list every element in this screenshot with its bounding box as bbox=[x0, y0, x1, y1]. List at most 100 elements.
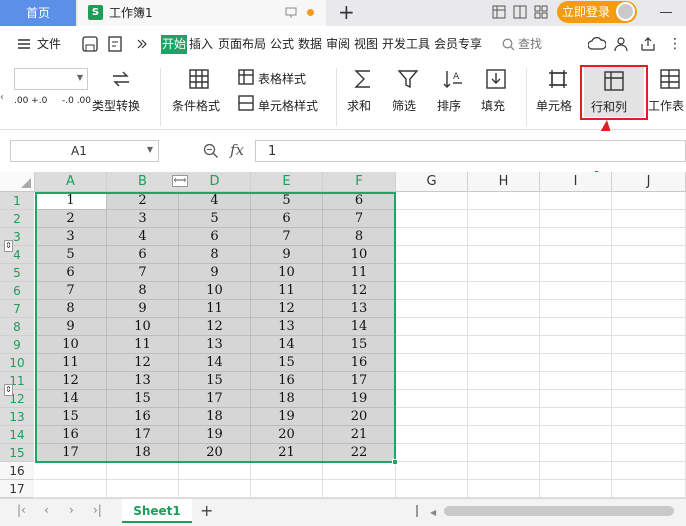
grid-cell[interactable] bbox=[396, 444, 468, 462]
grid-cell[interactable] bbox=[468, 462, 540, 480]
grid-cell[interactable] bbox=[468, 246, 540, 264]
grid-cell[interactable] bbox=[540, 210, 612, 228]
next-sheet-icon[interactable]: › bbox=[69, 503, 74, 517]
name-box[interactable]: A1 ▼ bbox=[10, 140, 159, 162]
grid-cell[interactable] bbox=[540, 300, 612, 318]
column-header[interactable]: A bbox=[35, 172, 107, 192]
row-header[interactable]: 16 bbox=[0, 462, 34, 480]
grid-cell[interactable]: 9 bbox=[179, 264, 251, 282]
spreadsheet-grid[interactable]: ABDEFGHIJ 12345678910111213141516171819 … bbox=[0, 172, 686, 526]
grid-cell[interactable] bbox=[540, 282, 612, 300]
grid-cell[interactable] bbox=[612, 300, 686, 318]
share-icon[interactable] bbox=[640, 36, 656, 52]
grid-cell[interactable]: 1 bbox=[35, 192, 107, 210]
grid-cell[interactable]: 19 bbox=[179, 426, 251, 444]
grid-cell[interactable]: 17 bbox=[35, 444, 107, 462]
avatar[interactable] bbox=[616, 2, 635, 21]
grid-cell[interactable] bbox=[540, 390, 612, 408]
row-header[interactable]: 15 bbox=[0, 444, 34, 462]
grid-cell[interactable]: 11 bbox=[179, 300, 251, 318]
tab-developer[interactable]: 开发工具 bbox=[382, 26, 430, 62]
tab-insert[interactable]: 插入 bbox=[189, 26, 213, 62]
grid-cell[interactable]: 13 bbox=[323, 300, 396, 318]
grid-cell[interactable]: 17 bbox=[107, 426, 179, 444]
grid-cell[interactable]: 7 bbox=[251, 228, 323, 246]
grid-cell[interactable] bbox=[612, 228, 686, 246]
sort-button[interactable]: 排序 bbox=[437, 97, 461, 114]
grid-cell[interactable] bbox=[540, 246, 612, 264]
grid-cell[interactable] bbox=[612, 462, 686, 480]
last-sheet-icon[interactable]: ›| bbox=[93, 503, 102, 517]
document-tab[interactable]: S 工作簿1 bbox=[78, 0, 326, 26]
grid-cell[interactable] bbox=[35, 462, 107, 480]
grid-cell[interactable]: 21 bbox=[323, 426, 396, 444]
zoom-icon[interactable] bbox=[203, 143, 219, 159]
ribbon-scroll-left-icon[interactable]: ‹ bbox=[0, 84, 10, 112]
grid-cell[interactable]: 11 bbox=[107, 336, 179, 354]
grid-cell[interactable]: 15 bbox=[251, 354, 323, 372]
grid-cell[interactable]: 18 bbox=[179, 408, 251, 426]
grid-cell[interactable] bbox=[612, 480, 686, 498]
grid-cell[interactable] bbox=[468, 444, 540, 462]
grid-cell[interactable]: 6 bbox=[35, 264, 107, 282]
grid-cell[interactable]: 5 bbox=[251, 192, 323, 210]
grid-cell[interactable]: 10 bbox=[179, 282, 251, 300]
grid-cell[interactable] bbox=[540, 408, 612, 426]
column-header[interactable]: H bbox=[468, 172, 540, 192]
grid-cell[interactable]: 10 bbox=[323, 246, 396, 264]
cloud-icon[interactable] bbox=[588, 36, 606, 52]
grid-cell[interactable] bbox=[468, 390, 540, 408]
grid-cell[interactable] bbox=[540, 228, 612, 246]
row-header[interactable]: 2 bbox=[0, 210, 34, 228]
more-icon[interactable]: ⋮ bbox=[668, 37, 682, 51]
grid-cell[interactable] bbox=[396, 192, 468, 210]
grid-cell[interactable] bbox=[396, 354, 468, 372]
grid-cell[interactable]: 14 bbox=[179, 354, 251, 372]
grid-cell[interactable] bbox=[396, 462, 468, 480]
grid-cell[interactable] bbox=[107, 462, 179, 480]
grid-cell[interactable] bbox=[540, 480, 612, 498]
grid-cell[interactable] bbox=[612, 390, 686, 408]
grid-cell[interactable]: 12 bbox=[35, 372, 107, 390]
grid-cell[interactable] bbox=[540, 462, 612, 480]
grid-cell[interactable] bbox=[468, 264, 540, 282]
tab-member[interactable]: 会员专享 bbox=[434, 26, 482, 62]
grid-cell[interactable]: 17 bbox=[179, 390, 251, 408]
panel-icon[interactable] bbox=[513, 5, 527, 19]
row-header[interactable]: 14 bbox=[0, 426, 34, 444]
grid-cell[interactable]: 8 bbox=[35, 300, 107, 318]
grid-cell[interactable]: 4 bbox=[107, 228, 179, 246]
grid-cell[interactable] bbox=[540, 264, 612, 282]
grid-cell[interactable]: 3 bbox=[35, 228, 107, 246]
tab-review[interactable]: 审阅 bbox=[326, 26, 350, 62]
grid-cell[interactable] bbox=[35, 480, 107, 498]
grid-cell[interactable] bbox=[323, 462, 396, 480]
grid-cell[interactable] bbox=[396, 318, 468, 336]
row-header[interactable]: 8 bbox=[0, 318, 34, 336]
grid-cell[interactable] bbox=[179, 462, 251, 480]
column-header[interactable]: G bbox=[396, 172, 468, 192]
grid-cell[interactable]: 11 bbox=[35, 354, 107, 372]
grid-cell[interactable]: 9 bbox=[107, 300, 179, 318]
first-sheet-icon[interactable]: |‹ bbox=[17, 503, 26, 517]
grid-cell[interactable] bbox=[468, 210, 540, 228]
cell-button[interactable]: 单元格 bbox=[536, 97, 572, 114]
grid-cell[interactable]: 2 bbox=[107, 192, 179, 210]
grid-cell[interactable]: 6 bbox=[107, 246, 179, 264]
grid-cell[interactable]: 19 bbox=[323, 390, 396, 408]
conditional-format-button[interactable]: 条件格式 bbox=[172, 97, 220, 114]
grid-cell[interactable]: 21 bbox=[251, 444, 323, 462]
grid-cell[interactable] bbox=[323, 480, 396, 498]
grid-cell[interactable] bbox=[612, 336, 686, 354]
row-header[interactable]: 1 bbox=[0, 192, 34, 210]
grid-cell[interactable]: 10 bbox=[107, 318, 179, 336]
row-header[interactable]: 13 bbox=[0, 408, 34, 426]
grid-cell[interactable] bbox=[540, 426, 612, 444]
horizontal-scrollbar[interactable] bbox=[444, 506, 674, 516]
grid-cell[interactable]: 18 bbox=[251, 390, 323, 408]
new-tab-button[interactable]: + bbox=[338, 0, 355, 24]
grid-cell[interactable]: 8 bbox=[179, 246, 251, 264]
row-expand-icon[interactable]: ⇕ bbox=[4, 384, 13, 396]
grid-cell[interactable]: 8 bbox=[323, 228, 396, 246]
search-icon[interactable] bbox=[502, 38, 515, 51]
